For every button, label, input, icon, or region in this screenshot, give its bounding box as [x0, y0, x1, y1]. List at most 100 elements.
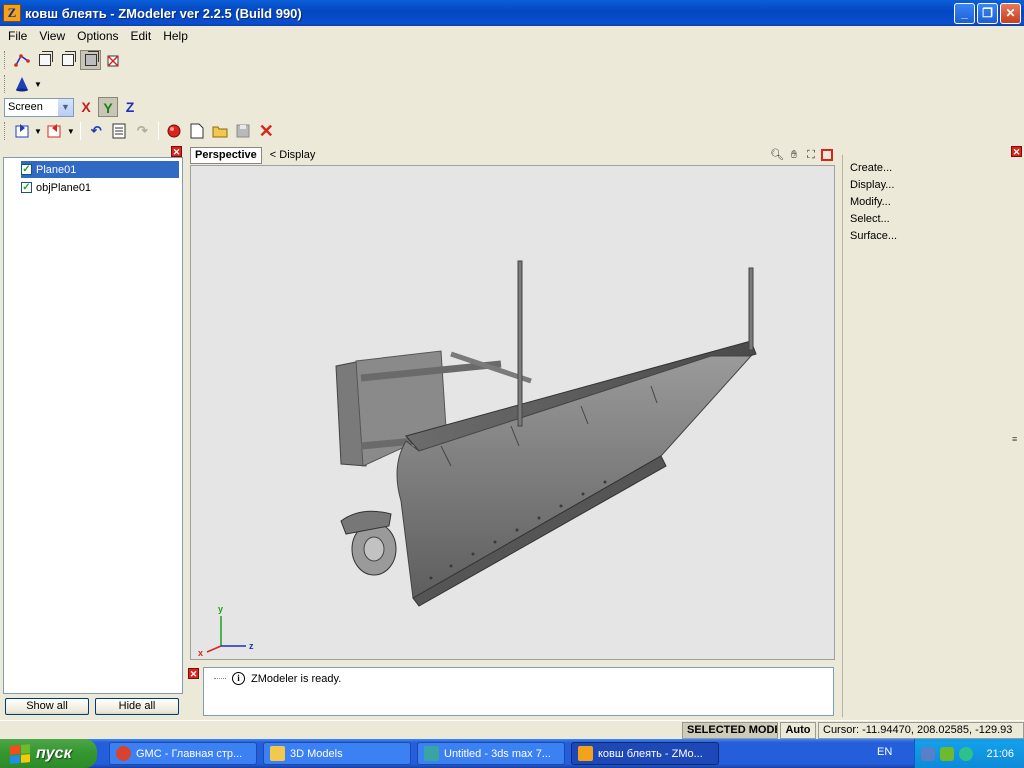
status-auto[interactable]: Auto	[780, 721, 816, 739]
menu-bar: File View Options Edit Help	[0, 26, 1024, 46]
toolbar-grip[interactable]	[4, 122, 7, 140]
hierarchy-mode-icon[interactable]	[103, 50, 124, 70]
axis-z-toggle[interactable]: Z	[120, 97, 140, 117]
open-folder-icon[interactable]	[210, 121, 231, 141]
minimize-button[interactable]: _	[954, 2, 975, 24]
chrome-icon	[116, 746, 131, 761]
zmodeler-icon	[578, 746, 593, 761]
toolbar-grip[interactable]	[4, 75, 7, 93]
status-cursor: Cursor: -11.94470, 208.02585, -129.93	[818, 721, 1024, 739]
restore-button[interactable]: ❐	[977, 2, 998, 24]
command-surface[interactable]: Surface...	[850, 230, 897, 242]
save-icon[interactable]	[233, 121, 254, 141]
vertex-mode-icon[interactable]	[11, 50, 32, 70]
toolbar-separator	[79, 122, 81, 140]
task-zmodeler[interactable]: ковш блеять - ZMo...	[571, 742, 719, 765]
redo-icon[interactable]: ↷	[132, 121, 153, 141]
zoom-extents-icon[interactable]: ⛶	[804, 148, 818, 162]
tree-item-checkbox[interactable]: ✓	[21, 164, 32, 175]
pan-hand-icon[interactable]: ✋︎	[787, 148, 801, 162]
zmodeler-app-icon[interactable]: Z	[3, 4, 21, 22]
create-toolbar: ▼	[0, 72, 42, 96]
task-gmc[interactable]: GMC - Главная стр...	[109, 742, 257, 765]
cone-primitive-icon[interactable]	[11, 74, 32, 94]
windows-flag-icon	[10, 743, 30, 764]
coord-system-select[interactable]: Screen ▼	[4, 97, 74, 117]
snow-plow-model	[206, 260, 757, 653]
menu-view[interactable]: View	[33, 29, 71, 43]
selection-level-toolbar	[0, 48, 124, 72]
menu-help[interactable]: Help	[157, 29, 194, 43]
face-mode-icon[interactable]	[34, 50, 55, 70]
close-button[interactable]: ✕	[1000, 2, 1021, 24]
new-file-icon[interactable]	[187, 121, 208, 141]
toolbar-grip[interactable]	[4, 51, 7, 69]
tree-item-objplane01[interactable]: ✓ objPlane01	[21, 179, 94, 196]
task-label: 3D Models	[290, 747, 343, 760]
language-indicator[interactable]: EN	[877, 746, 892, 758]
title-bar: Z ковш блеять - ZModeler ver 2.2.5 (Buil…	[0, 0, 1024, 26]
task-label: Untitled - 3ds max 7...	[444, 747, 551, 760]
info-icon: i	[232, 672, 245, 685]
viewport-type-tab[interactable]: Perspective	[190, 146, 262, 164]
command-select[interactable]: Select...	[850, 213, 890, 225]
folder-icon	[270, 746, 285, 761]
tree-item-plane01[interactable]: ✓ Plane01	[21, 161, 179, 178]
object-select-mode-icon[interactable]	[80, 50, 101, 70]
viewport-display-link[interactable]: < Display	[270, 149, 316, 161]
tree-item-label: Plane01	[36, 163, 77, 176]
3dsmax-icon	[424, 746, 439, 761]
cone-dropdown-icon[interactable]: ▼	[34, 80, 42, 89]
log-entry: i ZModeler is ready.	[214, 672, 341, 685]
security-icon[interactable]	[959, 746, 974, 761]
clock[interactable]: 21:06	[986, 748, 1014, 760]
log-panel[interactable]: i ZModeler is ready.	[203, 667, 834, 716]
zoom-icon[interactable]: 🔍︎	[770, 148, 784, 162]
tree-item-label: objPlane01	[36, 181, 92, 194]
network-icon[interactable]	[921, 746, 936, 761]
gizmo-x-label: x	[198, 648, 204, 658]
maximize-viewport-icon[interactable]	[821, 149, 833, 161]
start-button[interactable]: пуск	[0, 739, 97, 768]
menu-options[interactable]: Options	[71, 29, 124, 43]
log-close-icon[interactable]: ✕	[188, 668, 199, 679]
task-3dsmax[interactable]: Untitled - 3ds max 7...	[417, 742, 565, 765]
start-label: пуск	[36, 744, 72, 762]
axis-y-toggle[interactable]: Y	[98, 97, 118, 117]
viewport-header: Perspective < Display 🔍︎ ✋︎ ⛶	[190, 146, 836, 164]
chevron-down-icon: ▼	[58, 98, 73, 116]
command-panel-close-icon[interactable]: ✕	[1011, 146, 1022, 157]
delete-icon[interactable]: ✕	[256, 121, 277, 141]
file-toolbar: ▼ ▼ ↶ ↷ ✕	[0, 120, 277, 142]
undo-list-icon[interactable]	[109, 121, 130, 141]
hide-all-button[interactable]: Hide all	[95, 698, 179, 715]
gizmo-z-label: z	[249, 641, 254, 651]
command-modify[interactable]: Modify...	[850, 196, 891, 208]
import-icon[interactable]	[11, 121, 32, 141]
tree-item-checkbox[interactable]: ✓	[21, 182, 32, 193]
status-bar: SELECTED MODE Auto Cursor: -11.94470, 20…	[0, 720, 1024, 739]
command-create[interactable]: Create...	[850, 162, 892, 174]
toolbar-separator	[157, 122, 159, 140]
import-dropdown-icon[interactable]: ▼	[34, 127, 42, 136]
task-label: GMC - Главная стр...	[136, 747, 243, 760]
axis-toolbar: Screen ▼ X Y Z	[0, 96, 140, 118]
volume-icon[interactable]	[940, 746, 955, 761]
record-icon[interactable]	[164, 121, 185, 141]
axis-x-toggle[interactable]: X	[76, 97, 96, 117]
export-icon[interactable]	[44, 121, 65, 141]
taskbar: пуск GMC - Главная стр... 3D Models Unti…	[0, 739, 1024, 768]
splitter-grip-icon[interactable]: ≡	[1012, 434, 1017, 444]
menu-file[interactable]: File	[0, 29, 33, 43]
undo-icon[interactable]: ↶	[86, 121, 107, 141]
status-selection-mode: SELECTED MODE	[682, 721, 778, 739]
command-display[interactable]: Display...	[850, 179, 894, 191]
export-dropdown-icon[interactable]: ▼	[67, 127, 75, 136]
scene-panel-close-icon[interactable]: ✕	[171, 146, 182, 157]
perspective-viewport[interactable]: y z x	[190, 165, 835, 660]
show-all-button[interactable]: Show all	[5, 698, 89, 715]
menu-edit[interactable]: Edit	[125, 29, 158, 43]
scene-tree[interactable]: ✓ Plane01 ✓ objPlane01	[3, 157, 183, 694]
object-mode-icon[interactable]	[57, 50, 78, 70]
task-3d-models[interactable]: 3D Models	[263, 742, 411, 765]
